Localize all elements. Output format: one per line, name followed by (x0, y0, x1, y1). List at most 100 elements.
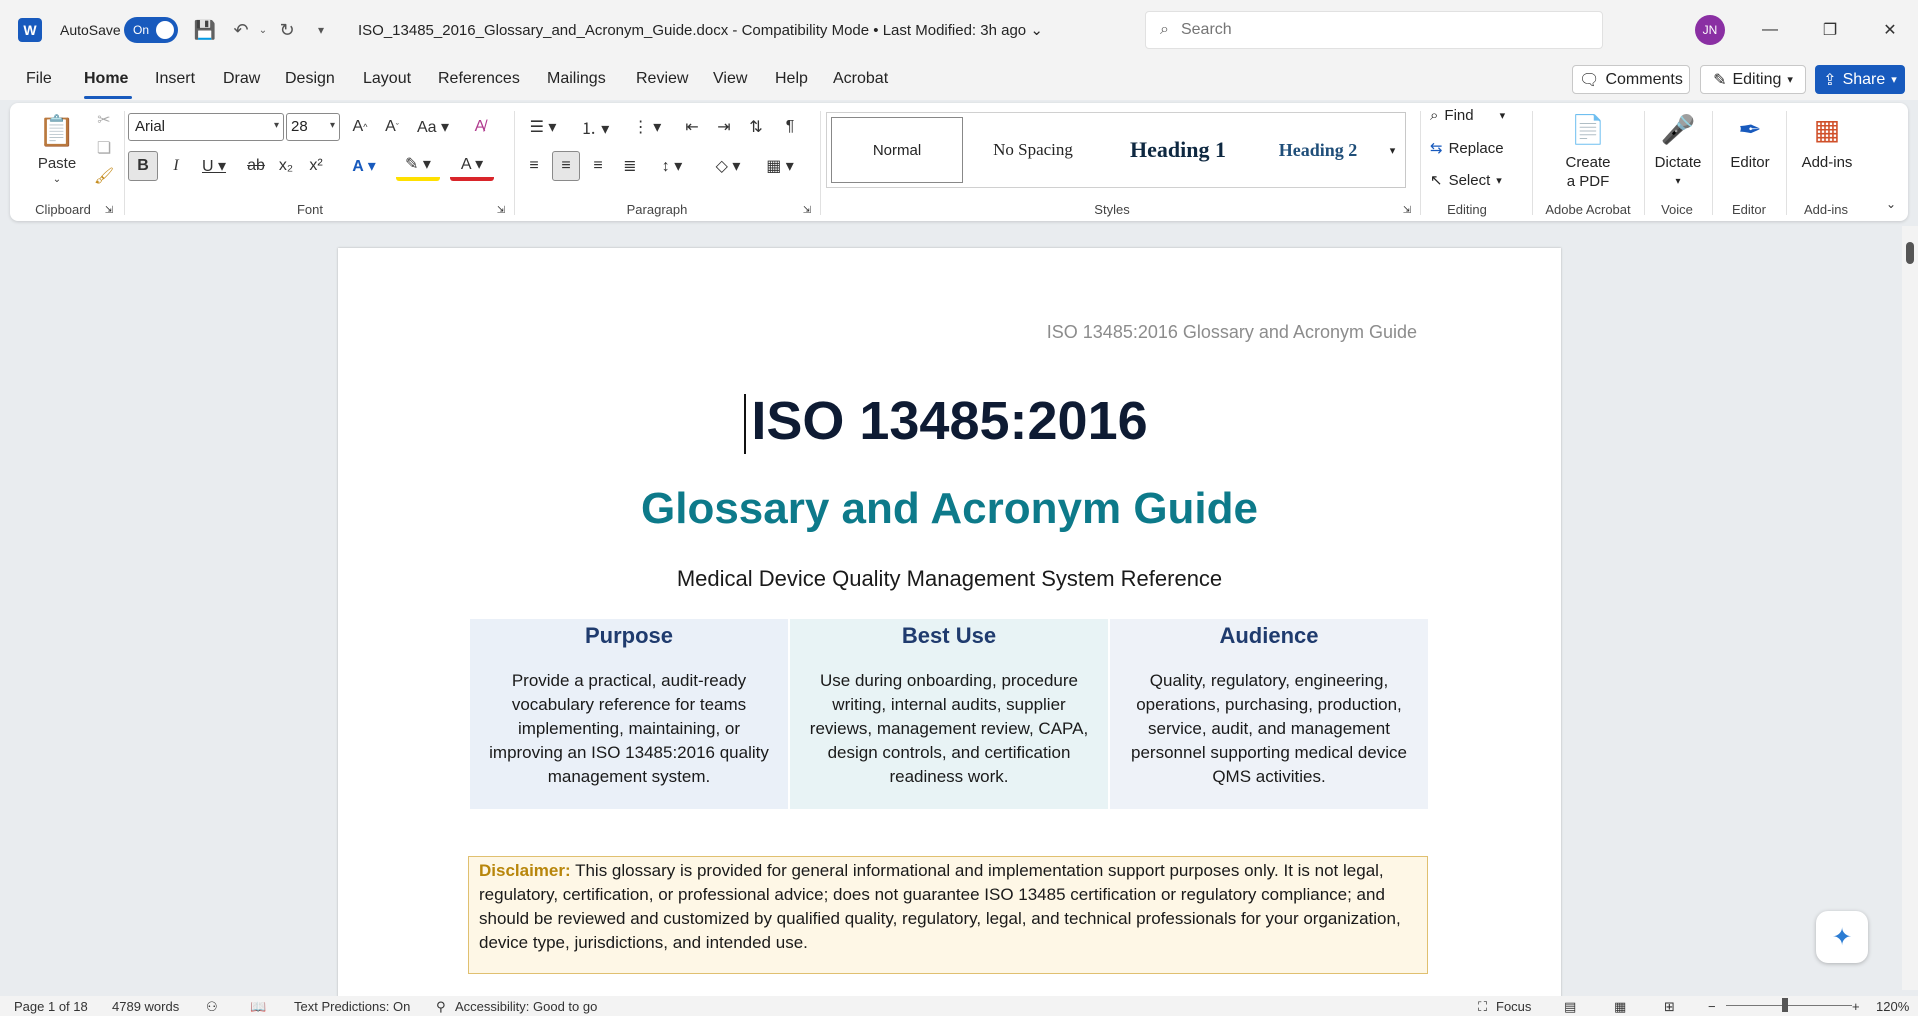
styles-launcher-icon[interactable]: ⇲ (1400, 203, 1414, 217)
clear-formatting-icon[interactable]: A̸ (466, 113, 494, 141)
subscript-button[interactable]: x₂ (272, 151, 300, 181)
font-name-select[interactable]: Arial ▾ (128, 113, 284, 141)
justify-icon[interactable]: ≣ (616, 151, 644, 181)
zoom-slider-thumb[interactable] (1782, 998, 1788, 1012)
web-layout-icon[interactable]: ⊞ (1664, 999, 1675, 1015)
numbering-icon[interactable]: ⒈ ▾ (572, 113, 618, 141)
style-normal[interactable]: Normal (831, 117, 963, 183)
font-launcher-icon[interactable]: ⇲ (494, 203, 508, 217)
addins-button[interactable]: ▦ Add-ins (1792, 109, 1862, 172)
read-mode-icon[interactable]: ▤ (1564, 999, 1576, 1015)
multilevel-list-icon[interactable]: ⋮ ▾ (624, 113, 670, 141)
highlight-icon[interactable]: ✎ ▾ (396, 151, 440, 181)
line-spacing-icon[interactable]: ↕ ▾ (650, 151, 694, 181)
paragraph-launcher-icon[interactable]: ⇲ (800, 203, 814, 217)
autosave-toggle[interactable]: On (124, 17, 178, 43)
user-avatar[interactable]: JN (1695, 15, 1725, 45)
tab-home[interactable]: Home (84, 70, 128, 88)
tab-references[interactable]: References (438, 70, 520, 88)
styles-more-icon[interactable]: ▾ (1380, 112, 1406, 188)
font-size-select[interactable]: 28 ▾ (286, 113, 340, 141)
paste-icon[interactable]: 📋 (32, 109, 82, 153)
sort-icon[interactable]: ⇅ (742, 113, 770, 141)
align-center-icon[interactable]: ≡ (552, 151, 580, 181)
shading-icon[interactable]: ◇ ▾ (706, 151, 750, 181)
search-box[interactable]: ⌕ (1145, 11, 1603, 49)
copy-icon[interactable]: ❏ (90, 135, 118, 161)
shrink-font-icon[interactable]: Aˇ (378, 113, 406, 141)
close-icon[interactable]: ✕ (1874, 14, 1906, 46)
document-page[interactable]: ISO 13485:2016 Glossary and Acronym Guid… (338, 248, 1561, 1008)
paste-label[interactable]: Paste (32, 153, 82, 173)
search-input[interactable] (1180, 21, 1561, 39)
find-button[interactable]: ⌕ Find ▾ (1430, 107, 1505, 124)
document-title[interactable]: ISO_13485_2016_Glossary_and_Acronym_Guid… (358, 21, 1043, 39)
comments-label: Comments (1605, 70, 1683, 88)
proofing-icon[interactable]: ⚇ (206, 999, 218, 1015)
zoom-level[interactable]: 120% (1876, 999, 1909, 1014)
style-heading-1[interactable]: Heading 1 (1103, 117, 1253, 183)
share-button[interactable]: ⇪ Share ▾ (1815, 65, 1905, 94)
text-predictions[interactable]: Text Predictions: On (294, 999, 410, 1014)
create-pdf-button[interactable]: 📄 Create a PDF (1540, 109, 1636, 191)
dictate-button[interactable]: 🎤 Dictate ▾ (1650, 109, 1706, 191)
undo-dropdown-icon[interactable]: ⌄ (250, 17, 276, 43)
tab-layout[interactable]: Layout (363, 70, 411, 88)
increase-indent-icon[interactable]: ⇥ (710, 113, 738, 141)
paste-dropdown-icon[interactable]: ⌄ (32, 171, 82, 187)
tab-review[interactable]: Review (636, 70, 688, 88)
text-effects-icon[interactable]: A ▾ (342, 151, 386, 181)
zoom-slider-track[interactable] (1726, 1005, 1852, 1006)
tab-view[interactable]: View (713, 70, 747, 88)
word-count[interactable]: 4789 words (112, 999, 179, 1014)
tab-draw[interactable]: Draw (223, 70, 260, 88)
tab-help[interactable]: Help (775, 70, 808, 88)
format-painter-icon[interactable]: 🖌 (90, 163, 118, 189)
borders-icon[interactable]: ▦ ▾ (758, 151, 802, 181)
tab-file[interactable]: File (26, 70, 52, 88)
copilot-icon[interactable]: ✦ (1816, 911, 1868, 963)
superscript-button[interactable]: x² (302, 151, 330, 181)
grow-font-icon[interactable]: A ^ (346, 113, 374, 141)
underline-button[interactable]: U ▾ (194, 151, 234, 181)
bold-button[interactable]: B (128, 151, 158, 181)
align-left-icon[interactable]: ≡ (520, 151, 548, 181)
focus-mode[interactable]: Focus (1496, 999, 1531, 1014)
decrease-indent-icon[interactable]: ⇤ (678, 113, 706, 141)
clipboard-launcher-icon[interactable]: ⇲ (102, 203, 116, 217)
style-no-spacing[interactable]: No Spacing (967, 117, 1099, 183)
select-button[interactable]: ↖ Select ▾ (1430, 171, 1502, 190)
italic-button[interactable]: I (162, 151, 190, 181)
dictate-label: Dictate (1654, 154, 1702, 171)
collapse-ribbon-icon[interactable]: ⌄ (1882, 195, 1900, 213)
replace-button[interactable]: ⇆ Replace (1430, 139, 1504, 158)
restore-icon[interactable]: ❐ (1814, 14, 1846, 46)
redo-icon[interactable]: ↻ (274, 17, 300, 43)
editing-mode-button[interactable]: ✎ Editing ▾ (1700, 65, 1806, 94)
style-heading-2[interactable]: Heading 2 (1251, 117, 1385, 183)
font-color-icon[interactable]: A ▾ (450, 151, 494, 181)
scrollbar-thumb[interactable] (1906, 242, 1914, 264)
print-layout-icon[interactable]: ▦ (1614, 999, 1626, 1015)
align-right-icon[interactable]: ≡ (584, 151, 612, 181)
page-count[interactable]: Page 1 of 18 (14, 999, 88, 1014)
minimize-icon[interactable]: — (1754, 14, 1786, 46)
save-icon[interactable]: 💾 (192, 17, 218, 43)
tab-acrobat[interactable]: Acrobat (833, 70, 888, 88)
zoom-in-icon[interactable]: + (1852, 999, 1860, 1014)
tab-design[interactable]: Design (285, 70, 335, 88)
reading-icon[interactable]: 📖 (250, 999, 266, 1015)
zoom-out-icon[interactable]: − (1708, 999, 1716, 1014)
tab-insert[interactable]: Insert (155, 70, 195, 88)
comments-button[interactable]: 🗨 Comments (1572, 65, 1690, 94)
cut-icon[interactable]: ✂ (90, 107, 118, 133)
editor-button[interactable]: ✒ Editor (1720, 109, 1780, 172)
vertical-scrollbar[interactable] (1902, 226, 1918, 990)
change-case-icon[interactable]: Aa ▾ (412, 113, 454, 141)
customize-toolbar-icon[interactable]: ▾ (308, 17, 334, 43)
strikethrough-button[interactable]: ab (242, 151, 270, 181)
accessibility-status[interactable]: Accessibility: Good to go (455, 999, 597, 1014)
tab-mailings[interactable]: Mailings (547, 70, 606, 88)
show-formatting-icon[interactable]: ¶ (776, 113, 804, 141)
bullets-icon[interactable]: ☰ ▾ (520, 113, 566, 141)
